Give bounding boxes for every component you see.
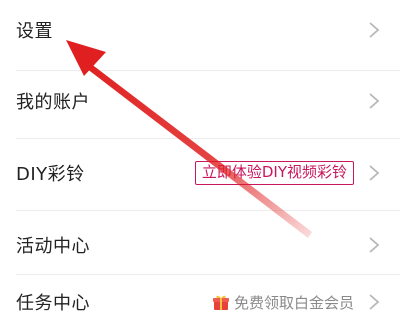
diy-video-ringtone-badge[interactable]: 立即体验DIY视频彩铃: [194, 161, 354, 185]
menu-item-label: 活动中心: [16, 236, 90, 257]
menu-item-activity-center[interactable]: 活动中心: [0, 215, 400, 275]
chevron-right-icon: [369, 165, 380, 181]
chevron-right-icon: [369, 93, 380, 109]
divider: [16, 138, 400, 139]
menu-item-label: 设置: [16, 21, 53, 42]
menu-item-my-account[interactable]: 我的账户: [0, 71, 400, 131]
chevron-right-icon: [369, 294, 380, 310]
gift-icon: [212, 295, 229, 310]
chevron-right-icon: [369, 22, 380, 38]
settings-menu-screen: 设置 我的账户 DIY彩铃 立即体验DIY视频彩铃 活动中心 任务中心 免费领取…: [0, 0, 400, 317]
menu-item-label: DIY彩铃: [16, 164, 85, 185]
hint-text: 免费领取白金会员: [233, 293, 354, 312]
menu-item-label: 我的账户: [16, 92, 90, 113]
menu-item-settings[interactable]: 设置: [0, 0, 400, 60]
divider: [16, 210, 400, 211]
free-platinum-member-hint: 免费领取白金会员: [212, 292, 354, 313]
menu-item-label: 任务中心: [16, 293, 90, 314]
menu-item-diy-ringtone[interactable]: DIY彩铃 立即体验DIY视频彩铃: [0, 143, 400, 203]
chevron-right-icon: [369, 237, 380, 253]
menu-item-task-center[interactable]: 任务中心 免费领取白金会员: [0, 272, 400, 317]
